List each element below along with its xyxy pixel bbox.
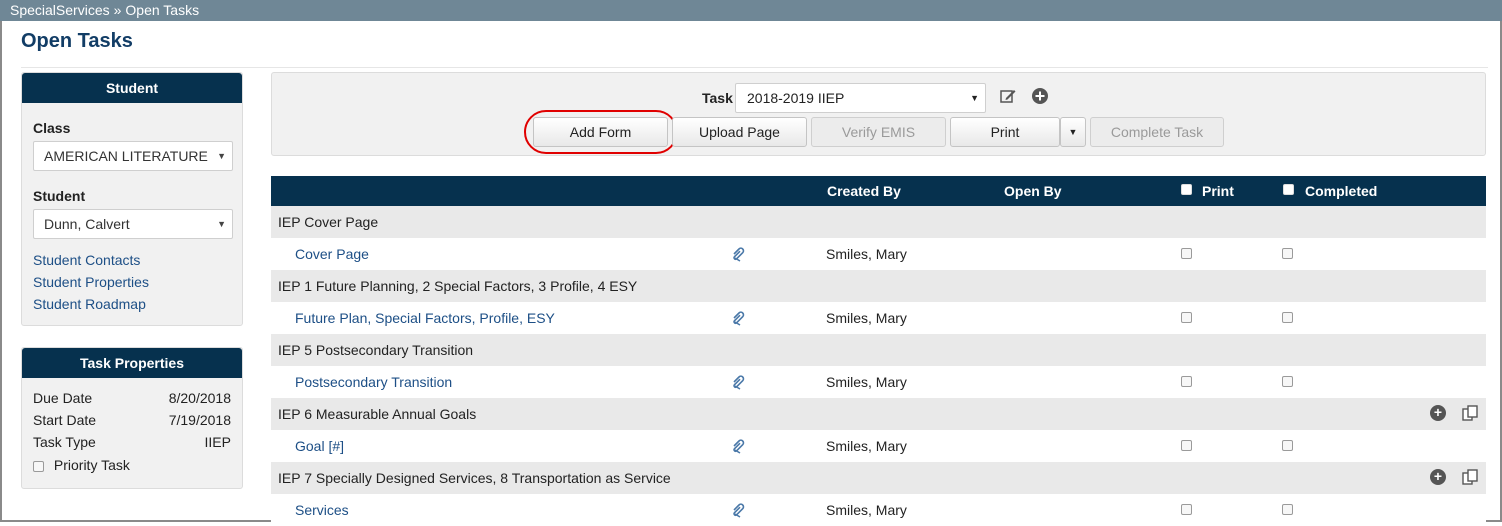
completed-checkbox[interactable] [1282,376,1293,387]
caret-down-icon: ▼ [1068,127,1078,137]
print-checkbox[interactable] [1181,440,1192,451]
student-select-value: Dunn, Calvert [44,216,130,232]
priority-task-checkbox[interactable] [33,460,44,472]
completed-checkbox[interactable] [1282,504,1293,515]
print-checkbox[interactable] [1181,376,1192,387]
plus-circle-icon[interactable]: + [1430,469,1446,485]
table-row: Future Plan, Special Factors, Profile, E… [271,302,1486,334]
form-link[interactable]: Services [295,502,349,518]
task-select[interactable]: 2018-2019 IIEP ▼ [735,83,986,113]
table-row: Postsecondary Transition Smiles, Mary [271,366,1486,398]
group-title: IEP 7 Specially Designed Services, 8 Tra… [278,470,671,486]
student-panel-title: Student [22,73,242,103]
task-select-value: 2018-2019 IIEP [747,90,845,106]
print-button[interactable]: Print [950,117,1060,147]
print-checkbox[interactable] [1181,248,1192,259]
group-row: IEP 6 Measurable Annual Goals + [271,398,1486,430]
start-date-row: Start Date 7/19/2018 [33,412,231,428]
group-row: IEP Cover Page [271,206,1486,238]
table-row: Cover Page Smiles, Mary [271,238,1486,270]
completed-all-checkbox[interactable] [1283,184,1294,195]
created-by-cell: Smiles, Mary [826,374,907,390]
task-toolbar: Task 2018-2019 IIEP ▼ Add Form Upload Pa… [271,72,1486,156]
task-type-label: Task Type [33,434,96,450]
class-select-value: AMERICAN LITERATURE [44,148,208,164]
student-properties-link[interactable]: Student Properties [33,274,149,290]
student-contacts-link[interactable]: Student Contacts [33,252,140,268]
print-dropdown-button[interactable]: ▼ [1060,117,1086,147]
start-date-value: 7/19/2018 [168,412,231,428]
paperclip-icon[interactable] [729,373,747,391]
copy-icon[interactable] [1461,468,1479,486]
form-link[interactable]: Postsecondary Transition [295,374,452,390]
group-row: IEP 5 Postsecondary Transition [271,334,1486,366]
group-title: IEP Cover Page [278,214,379,230]
print-checkbox[interactable] [1181,504,1192,515]
due-date-label: Due Date [33,390,93,406]
complete-task-button[interactable]: Complete Task [1090,117,1224,147]
paperclip-icon[interactable] [729,245,747,263]
table-row: Goal [#] Smiles, Mary [271,430,1486,462]
chevron-down-icon: ▼ [970,93,979,103]
group-title: IEP 5 Postsecondary Transition [278,342,474,358]
created-by-cell: Smiles, Mary [826,502,907,518]
table-row: Services Smiles, Mary [271,494,1486,526]
class-label: Class [33,120,71,136]
breadcrumb: SpecialServices» Open Tasks [0,0,1502,21]
breadcrumb-separator: » [113,2,122,18]
task-type-value: IIEP [204,434,231,450]
task-properties-title: Task Properties [22,348,242,378]
priority-task-row: Priority Task [33,457,231,473]
print-header: Print [1202,183,1234,199]
created-by-cell: Smiles, Mary [826,438,907,454]
add-form-highlight [524,110,678,154]
plus-circle-icon[interactable]: + [1430,405,1446,421]
created-by-cell: Smiles, Mary [826,246,907,262]
completed-checkbox[interactable] [1282,248,1293,259]
created-by-cell: Smiles, Mary [826,310,907,326]
plus-circle-icon[interactable] [1030,87,1050,107]
paperclip-icon[interactable] [729,501,747,519]
table-header: Created By Open By Print Completed [271,176,1486,206]
completed-header: Completed [1305,183,1378,199]
breadcrumb-root[interactable]: SpecialServices [10,2,110,18]
open-by-header: Open By [1004,183,1062,199]
due-date-row: Due Date 8/20/2018 [33,390,231,406]
task-type-row: Task Type IIEP [33,434,231,450]
group-row: IEP 1 Future Planning, 2 Special Factors… [271,270,1486,302]
group-title: IEP 1 Future Planning, 2 Special Factors… [278,278,638,294]
print-checkbox[interactable] [1181,312,1192,323]
student-roadmap-link[interactable]: Student Roadmap [33,296,146,312]
chevron-down-icon: ▼ [217,151,226,161]
completed-checkbox[interactable] [1282,440,1293,451]
group-title: IEP 6 Measurable Annual Goals [278,406,477,422]
group-row: IEP 7 Specially Designed Services, 8 Tra… [271,462,1486,494]
class-select[interactable]: AMERICAN LITERATURE ▼ [33,141,233,171]
verify-emis-button[interactable]: Verify EMIS [811,117,946,147]
edit-icon[interactable] [998,87,1018,107]
page-title: Open Tasks [21,30,133,52]
task-properties-panel: Task Properties Due Date 8/20/2018 Start… [21,347,243,489]
paperclip-icon[interactable] [729,437,747,455]
student-select[interactable]: Dunn, Calvert ▼ [33,209,233,239]
breadcrumb-current: Open Tasks [125,2,200,18]
forms-table: Created By Open By Print Completed IEP C… [271,176,1486,526]
paperclip-icon[interactable] [729,309,747,327]
form-link[interactable]: Goal [#] [295,438,344,454]
start-date-label: Start Date [33,412,97,428]
due-date-value: 8/20/2018 [168,390,231,406]
print-all-checkbox[interactable] [1181,184,1192,195]
completed-checkbox[interactable] [1282,312,1293,323]
student-panel: Student Class AMERICAN LITERATURE ▼ Stud… [21,72,243,326]
title-divider [21,67,1488,68]
copy-icon[interactable] [1461,404,1479,422]
chevron-down-icon: ▼ [217,219,226,229]
form-link[interactable]: Cover Page [295,246,369,262]
form-link[interactable]: Future Plan, Special Factors, Profile, E… [295,310,555,326]
upload-page-button[interactable]: Upload Page [672,117,807,147]
priority-task-label: Priority Task [53,457,130,473]
student-label: Student [33,188,86,204]
task-label: Task [702,90,733,106]
created-by-header: Created By [827,183,901,199]
